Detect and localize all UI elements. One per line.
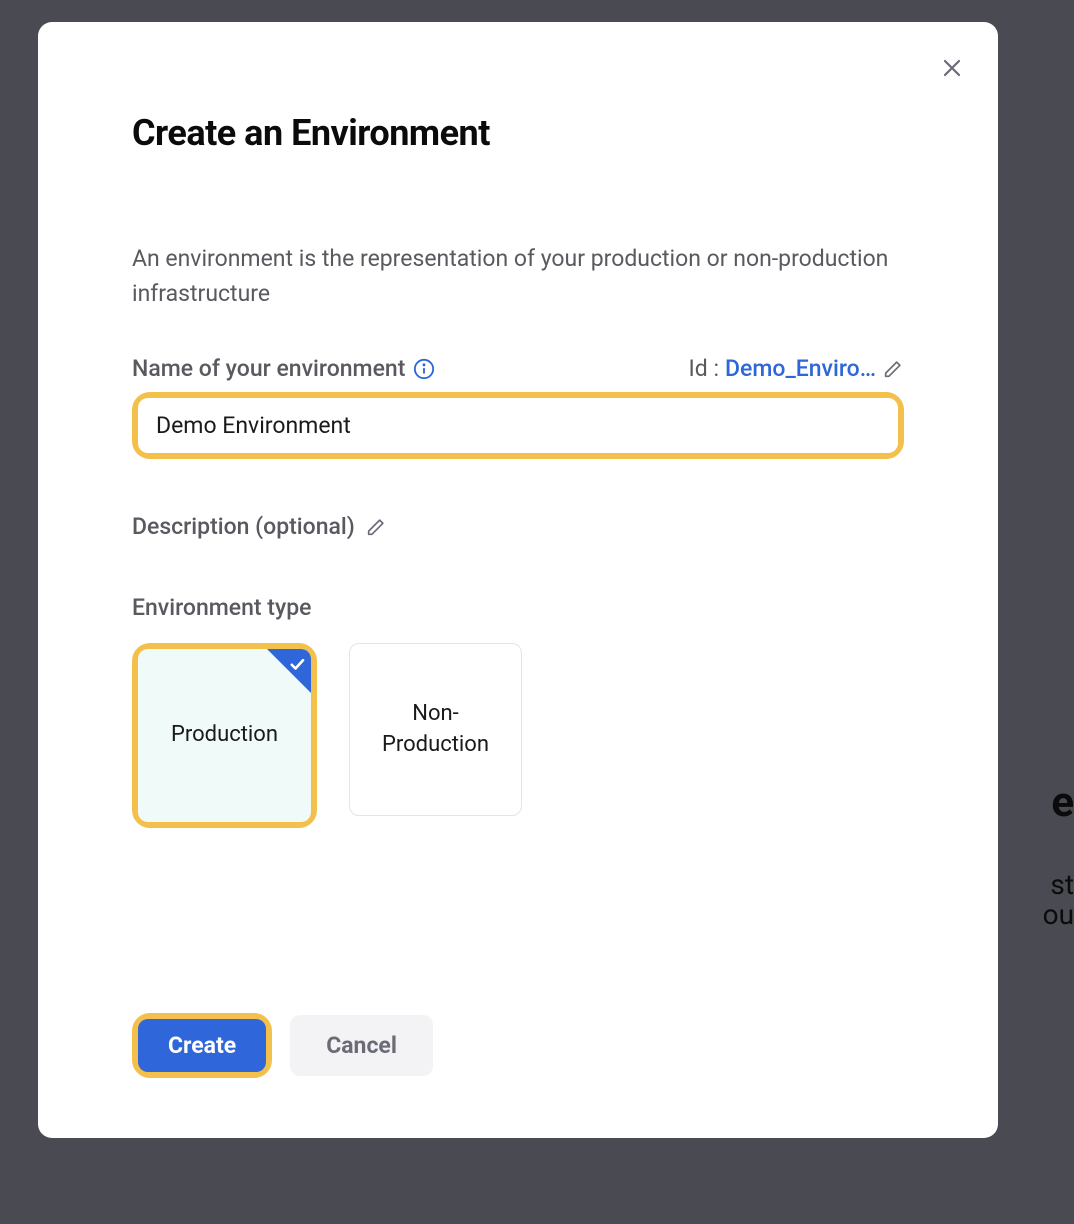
edit-id-button[interactable] bbox=[882, 358, 904, 380]
id-prefix: Id : bbox=[689, 355, 720, 382]
name-input-highlight bbox=[132, 392, 904, 459]
create-button[interactable]: Create bbox=[138, 1019, 266, 1072]
check-icon bbox=[288, 654, 306, 679]
id-display: Id : Demo_Enviro… bbox=[689, 355, 904, 382]
id-value: Demo_Enviro… bbox=[725, 355, 876, 382]
close-icon bbox=[940, 56, 964, 80]
info-icon[interactable] bbox=[413, 358, 435, 380]
env-type-card-nonproduction[interactable]: Non-Production bbox=[349, 643, 522, 816]
close-button[interactable] bbox=[934, 50, 970, 86]
pencil-icon bbox=[882, 358, 904, 380]
modal-intro-text: An environment is the representation of … bbox=[132, 242, 904, 311]
env-type-card-production[interactable]: Production bbox=[138, 649, 311, 822]
environment-type-label: Environment type bbox=[132, 594, 904, 621]
env-type-production-highlight: Production bbox=[132, 643, 317, 828]
name-field-label: Name of your environment bbox=[132, 355, 435, 382]
edit-description-button[interactable] bbox=[365, 516, 387, 538]
environment-type-options: Production Non-Production bbox=[132, 643, 904, 828]
env-type-card-label: Non-Production bbox=[350, 699, 521, 761]
description-field-label: Description (optional) bbox=[132, 513, 355, 540]
background-text: st bbox=[1050, 868, 1074, 901]
modal-footer: Create Cancel bbox=[132, 1013, 433, 1078]
create-environment-modal: Create an Environment An environment is … bbox=[38, 22, 998, 1138]
cancel-button[interactable]: Cancel bbox=[290, 1015, 433, 1076]
background-text: ou bbox=[1043, 898, 1074, 931]
background-text: e bbox=[1051, 778, 1074, 827]
environment-name-input[interactable] bbox=[138, 398, 898, 453]
env-type-card-label: Production bbox=[161, 720, 288, 751]
create-button-highlight: Create bbox=[132, 1013, 272, 1078]
pencil-icon bbox=[365, 516, 387, 538]
modal-title: Create an Environment bbox=[132, 112, 904, 154]
